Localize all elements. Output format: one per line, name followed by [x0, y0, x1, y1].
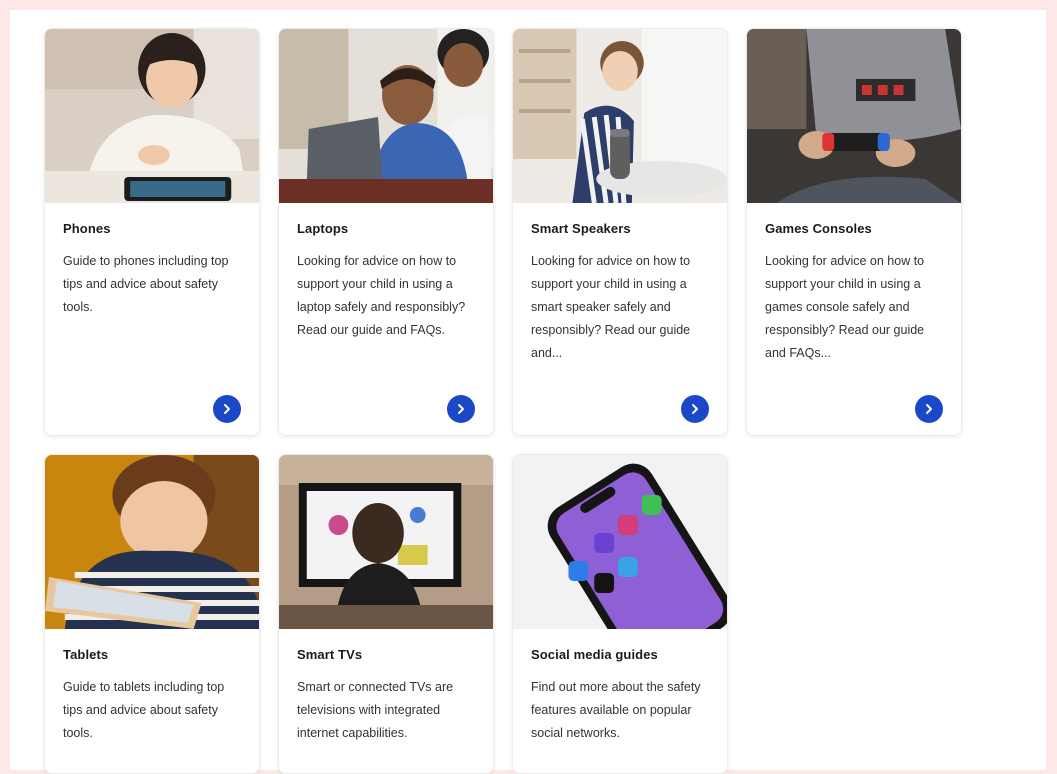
- card-tablets[interactable]: Tablets Guide to tablets including top t…: [44, 454, 260, 774]
- children-using-laptop-image: [279, 29, 493, 203]
- card-title: Laptops: [297, 221, 349, 236]
- card-title: Tablets: [63, 647, 109, 662]
- card-title: Phones: [63, 221, 111, 236]
- card-title: Smart TVs: [297, 647, 363, 662]
- card-description: Looking for advice on how to support you…: [531, 254, 691, 360]
- content-panel: Phones Guide to phones including top tip…: [10, 10, 1046, 774]
- card-social-media-guides[interactable]: Social media guides Find out more about …: [512, 454, 728, 774]
- child-using-phone-image: [45, 29, 259, 203]
- card-title: Smart Speakers: [531, 221, 631, 236]
- card-description: Guide to phones including top tips and a…: [63, 254, 229, 314]
- child-watching-tv-image: [279, 455, 493, 629]
- card-laptops[interactable]: Laptops Looking for advice on how to sup…: [278, 28, 494, 436]
- card-title: Social media guides: [531, 647, 658, 662]
- card-arrow-button[interactable]: [447, 395, 475, 423]
- card-description: Smart or connected TVs are televisions w…: [297, 680, 454, 740]
- chevron-right-icon: [458, 404, 464, 414]
- phone-social-apps-image: [513, 455, 727, 629]
- card-arrow-button[interactable]: [681, 395, 709, 423]
- chevron-right-icon: [224, 404, 230, 414]
- card-smart-tvs[interactable]: Smart TVs Smart or connected TVs are tel…: [278, 454, 494, 774]
- card-phones[interactable]: Phones Guide to phones including top tip…: [44, 28, 260, 436]
- child-using-tablet-image: [45, 455, 259, 629]
- device-guides-grid: Phones Guide to phones including top tip…: [44, 28, 964, 774]
- card-arrow-button[interactable]: [915, 395, 943, 423]
- card-description: Looking for advice on how to support you…: [765, 254, 925, 360]
- chevron-right-icon: [926, 404, 932, 414]
- child-with-smart-speaker-image: [513, 29, 727, 203]
- card-smart-speakers[interactable]: Smart Speakers Looking for advice on how…: [512, 28, 728, 436]
- card-title: Games Consoles: [765, 221, 872, 236]
- card-games-consoles[interactable]: Games Consoles Looking for advice on how…: [746, 28, 962, 436]
- card-description: Find out more about the safety features …: [531, 680, 701, 740]
- card-description: Guide to tablets including top tips and …: [63, 680, 225, 740]
- card-arrow-button[interactable]: [213, 395, 241, 423]
- child-with-game-controller-image: [747, 29, 961, 203]
- card-description: Looking for advice on how to support you…: [297, 254, 466, 337]
- chevron-right-icon: [692, 404, 698, 414]
